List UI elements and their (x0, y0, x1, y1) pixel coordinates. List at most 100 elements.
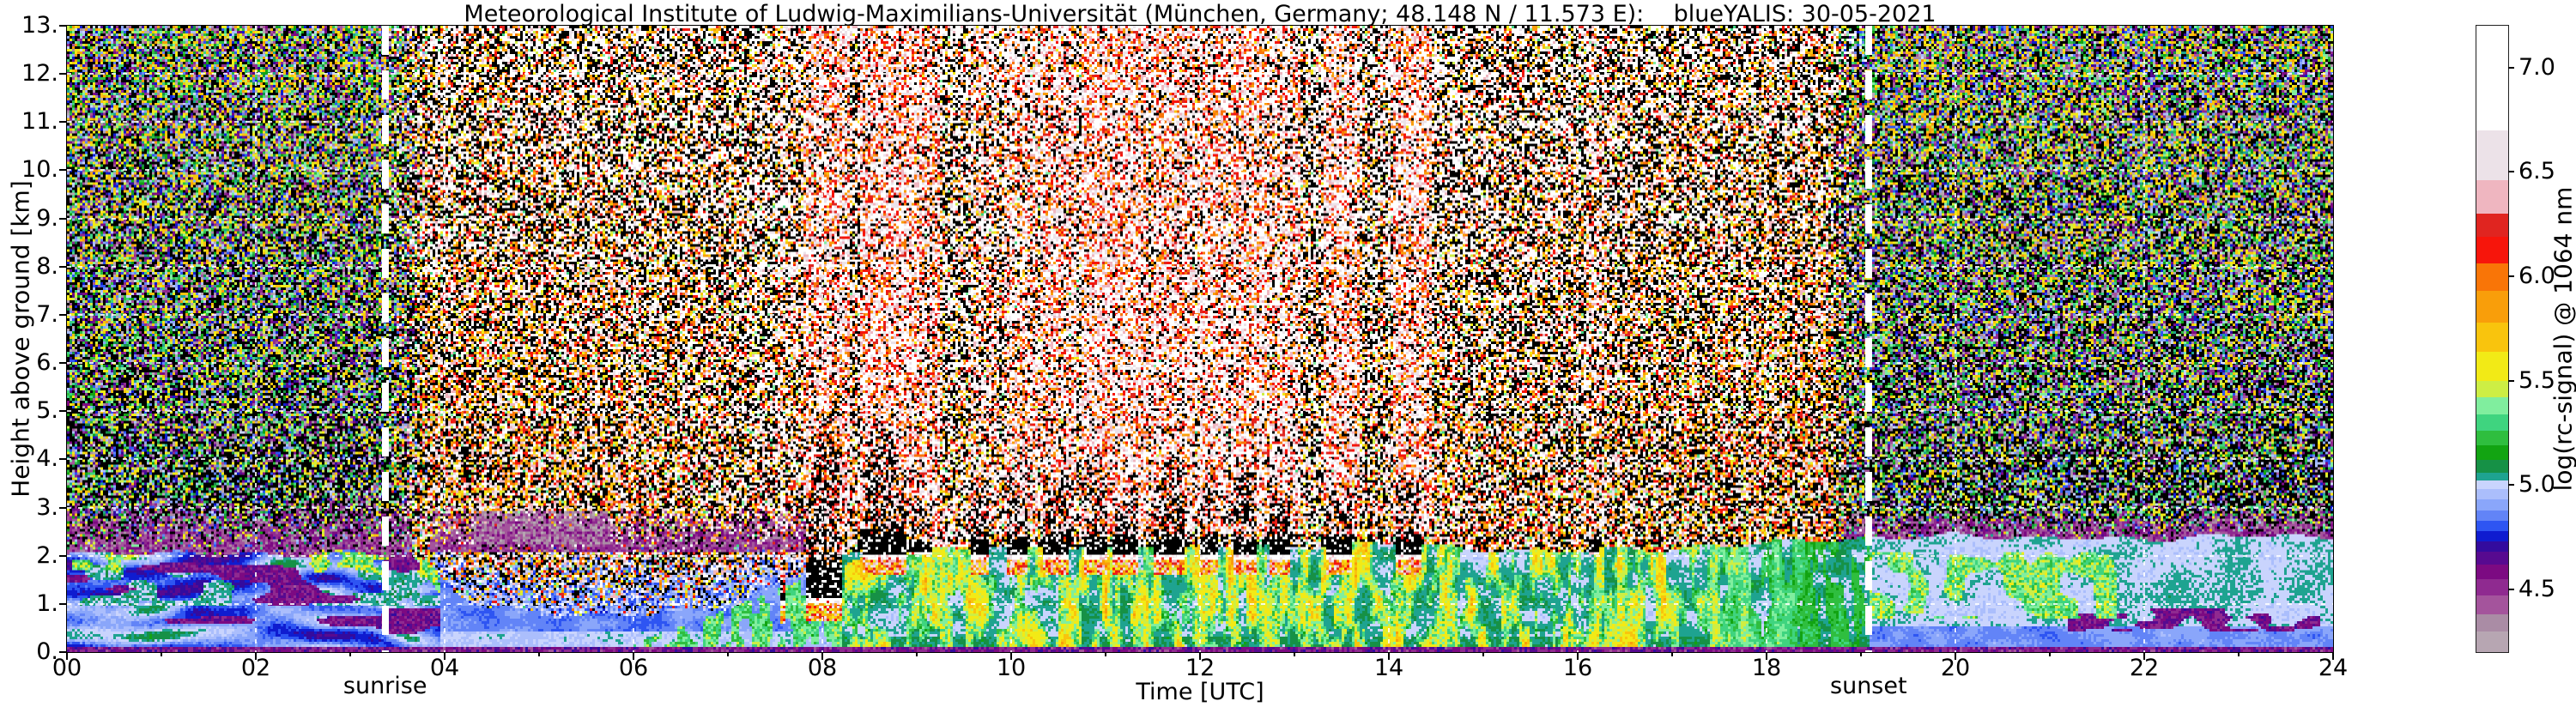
gridline-vertical (1955, 26, 1956, 652)
y-tick-mark (59, 506, 67, 509)
colorbar-segment (2476, 530, 2508, 542)
colorbar-tick-mark (2508, 66, 2514, 69)
y-tick-label: 0. (36, 638, 58, 665)
x-minor-tick-mark (727, 652, 729, 656)
x-tick-label: 16 (1562, 655, 1593, 681)
y-tick-mark (59, 651, 67, 653)
y-tick-label: 9. (36, 204, 58, 232)
sunset-line (1864, 26, 1872, 652)
colorbar-segment (2476, 631, 2508, 652)
x-tick-label: 14 (1373, 655, 1404, 681)
colorbar-segment (2476, 351, 2508, 381)
x-tick-label: 06 (618, 655, 649, 681)
colorbar-segment (2476, 180, 2508, 214)
x-minor-tick-mark (1294, 652, 1295, 656)
y-tick-label: 8. (36, 252, 58, 280)
colorbar-tick-mark (2508, 589, 2514, 590)
figure: Meteorological Institute of Ludwig-Maxim… (0, 0, 2576, 707)
gridline-vertical (821, 26, 823, 652)
colorbar-tick-mark (2508, 379, 2514, 382)
y-tick-label: 13. (21, 12, 58, 39)
sunrise-line (381, 26, 389, 652)
x-minor-tick-mark (916, 652, 918, 656)
gridline-vertical (1199, 26, 1201, 652)
colorbar-segment (2476, 26, 2508, 130)
y-tick-label: 6. (36, 349, 58, 377)
y-tick-mark (59, 169, 67, 172)
colorbar-segment (2476, 236, 2508, 264)
colorbar-label: log(rc-signal) @ 1064 nm (2549, 186, 2576, 492)
colorbar-tick-mark (2508, 484, 2514, 486)
colorbar-tick-label: 6.5 (2518, 158, 2555, 185)
y-tick-mark (59, 217, 67, 220)
sunset-label: sunset (1830, 673, 1907, 699)
x-minor-tick-mark (161, 652, 162, 656)
x-minor-tick-mark (1860, 652, 1862, 656)
x-tick-label: 10 (996, 655, 1027, 681)
y-tick-label: 5. (36, 397, 58, 425)
x-minor-tick-mark (538, 652, 540, 656)
gridline-vertical (1388, 26, 1390, 652)
colorbar-segment (2476, 552, 2508, 565)
x-minor-tick-mark (349, 652, 351, 656)
colorbar-segment (2476, 499, 2508, 511)
colorbar-segment (2476, 445, 2508, 461)
gridline-vertical (1010, 26, 1012, 652)
colorbar-segment (2476, 578, 2508, 596)
colorbar-tick-label: 4.5 (2518, 576, 2555, 602)
x-tick-label: 24 (2318, 655, 2349, 681)
y-tick-label: 2. (36, 541, 58, 569)
y-tick-mark (59, 25, 67, 27)
x-axis-label: Time [UTC] (1136, 679, 1264, 705)
colorbar-segment (2476, 472, 2508, 481)
chart-title: Meteorological Institute of Ludwig-Maxim… (464, 1, 1937, 27)
x-minor-tick-mark (2238, 652, 2240, 656)
y-tick-label: 1. (36, 589, 58, 617)
y-tick-label: 12. (21, 60, 58, 88)
gridline-vertical (1766, 26, 1767, 652)
y-tick-label: 7. (36, 300, 58, 328)
gridline-vertical (633, 26, 634, 652)
x-tick-label: 02 (240, 655, 271, 681)
colorbar-segment (2476, 291, 2508, 323)
x-tick-label: 12 (1185, 655, 1215, 681)
x-minor-tick-mark (1671, 652, 1673, 656)
colorbar-segment (2476, 214, 2508, 237)
colorbar-tick-mark (2508, 275, 2514, 277)
x-minor-tick-mark (1105, 652, 1106, 656)
y-tick-mark (59, 73, 67, 76)
colorbar-segment (2476, 460, 2508, 473)
colorbar-segment (2476, 520, 2508, 531)
gridline-vertical (255, 26, 257, 652)
y-tick-label: 10. (21, 156, 58, 184)
colorbar-tick-label: 7.0 (2518, 53, 2555, 81)
colorbar-segment (2476, 489, 2508, 500)
x-tick-label: 22 (2129, 655, 2160, 681)
y-tick-mark (59, 602, 67, 605)
y-tick-mark (59, 554, 67, 557)
colorbar-segment (2476, 541, 2508, 553)
plot-area (66, 25, 2334, 653)
colorbar (2476, 25, 2509, 653)
colorbar-segment (2476, 431, 2508, 446)
y-tick-mark (59, 410, 67, 413)
colorbar-tick-mark (2508, 171, 2514, 173)
y-tick-mark (59, 121, 67, 124)
y-tick-mark (59, 458, 67, 461)
y-tick-mark (59, 265, 67, 268)
colorbar-segment (2476, 414, 2508, 432)
y-tick-mark (59, 362, 67, 365)
y-tick-label: 4. (36, 445, 58, 473)
x-tick-label: 18 (1751, 655, 1782, 681)
x-minor-tick-mark (2049, 652, 2051, 656)
gridline-vertical (2143, 26, 2145, 652)
x-tick-label: 08 (807, 655, 838, 681)
colorbar-segment (2476, 322, 2508, 352)
colorbar-segment (2476, 263, 2508, 292)
colorbar-segment (2476, 564, 2508, 579)
colorbar-segment (2476, 614, 2508, 631)
colorbar-segment (2476, 510, 2508, 521)
colorbar-segment (2476, 380, 2508, 398)
gridline-vertical (1577, 26, 1579, 652)
y-tick-label: 11. (21, 108, 58, 136)
